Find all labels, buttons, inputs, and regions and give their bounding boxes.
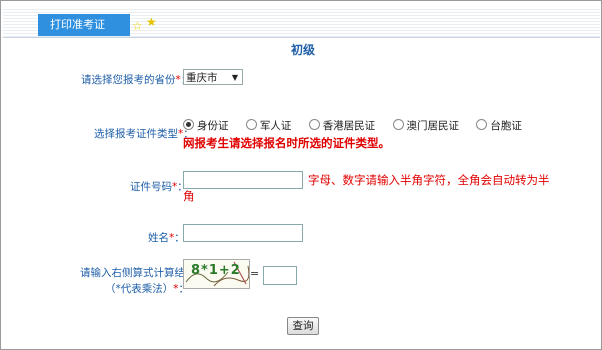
id-number-hint-line1: 字母、数字请输入半角字符，全角会自动转为半 [308,173,550,187]
equals-sign: = [250,267,260,280]
radio-unselected-icon [392,119,404,130]
query-button[interactable]: 查询 [287,317,319,335]
name-input[interactable] [183,224,303,242]
id-number-hint-line2: 角 [183,189,195,203]
captcha-label-line1: 请输入右侧算式计算结果 [80,267,196,279]
radio-hongkong-resident[interactable]: 香港居民证 [308,118,375,133]
star-outline-icon: ☆ [132,19,143,33]
print-admission-ticket-panel: 打印准考证 ☆ ★ 初级 请选择您报考的省份*： 重庆市▼ 选择报考证件类型*：… [0,0,602,350]
radio-id-card[interactable]: 身份证 [183,118,229,133]
tab-print-admission-ticket[interactable]: 打印准考证 [38,14,130,36]
id-number-input[interactable] [183,171,303,189]
radio-selected-icon [183,119,194,130]
radio-taiwan-compatriot[interactable]: 台胞证 [476,118,522,133]
id-type-warning: 网报考生请选择报名时所选的证件类型。 [183,136,390,150]
captcha-expression: 8*1+2 [191,263,241,278]
star-filled-icon: ★ [146,15,157,29]
radio-macau-resident[interactable]: 澳门居民证 [392,118,459,133]
radio-unselected-icon [476,119,488,130]
province-label: 请选择您报考的省份*： [81,74,191,86]
radio-unselected-icon [245,119,257,130]
province-select[interactable]: 重庆市 ▼ [183,69,243,85]
name-label: 姓名*： [148,232,185,244]
captcha-answer-input[interactable] [263,266,297,285]
radio-unselected-icon [308,119,320,130]
radio-military-id[interactable]: 军人证 [245,118,291,133]
captcha-label-line2: （*代表乘法）*： [105,283,189,295]
dropdown-arrow-icon: ▼ [231,73,238,82]
captcha-image[interactable]: 8*1+2 [183,259,250,289]
id-type-radio-group: 身份证 军人证 香港居民证 澳门居民证 台胞证 [183,118,536,133]
exam-level-title: 初级 [291,43,316,57]
id-type-label: 选择报考证件类型*： [94,128,194,140]
id-number-label: 证件号码*： [130,181,188,193]
